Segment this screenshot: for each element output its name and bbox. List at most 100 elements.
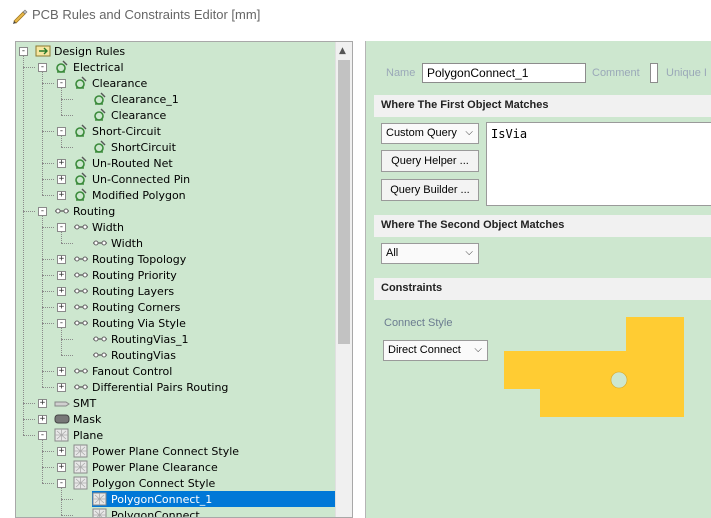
routing-rule-icon (73, 268, 89, 282)
tree-item[interactable]: Un-Connected Pin (73, 171, 191, 187)
tree-item-label: Routing Layers (92, 284, 175, 298)
expand-icon[interactable]: + (38, 399, 47, 408)
routing-rule-icon (92, 332, 108, 346)
collapse-icon[interactable]: - (57, 79, 66, 88)
tree-item-label: Power Plane Connect Style (92, 444, 240, 458)
query-builder-button[interactable]: Query Builder ... (381, 179, 479, 201)
tree-item-label: Width (92, 220, 124, 234)
collapse-icon[interactable]: - (38, 63, 47, 72)
tree-item-label: Power Plane Clearance (92, 460, 218, 474)
expand-icon[interactable]: + (57, 463, 66, 472)
expand-icon[interactable]: + (57, 367, 66, 376)
tree-item[interactable]: Routing Corners (73, 299, 181, 315)
scrollbar-thumb[interactable] (338, 60, 350, 344)
tree-item-label: Routing Priority (92, 268, 177, 282)
plane-rule-icon (73, 444, 89, 458)
tree-item-label: Modified Polygon (92, 188, 186, 202)
tree-item[interactable]: Modified Polygon (73, 187, 187, 203)
tree-item[interactable]: Width (92, 235, 144, 251)
tree-item[interactable]: Width (73, 219, 125, 235)
expand-icon[interactable]: + (57, 191, 66, 200)
tree-item-label: Design Rules (54, 44, 126, 58)
tree-item[interactable]: Mask (54, 411, 102, 427)
tree-vertical-scrollbar[interactable]: ▲ (335, 42, 352, 517)
tree-item-label: SMT (73, 396, 97, 410)
window-title: PCB Rules and Constraints Editor [mm] (32, 7, 261, 22)
expand-icon[interactable]: + (38, 415, 47, 424)
tree-item[interactable]: Polygon Connect Style (73, 475, 216, 491)
tree-item[interactable]: Routing Priority (73, 267, 178, 283)
tree-item[interactable]: ShortCircuit (92, 139, 177, 155)
routing-rule-icon (73, 220, 89, 234)
tree-item[interactable]: Power Plane Connect Style (73, 443, 240, 459)
tree-item[interactable]: Routing Via Style (73, 315, 187, 331)
expand-icon[interactable]: + (57, 383, 66, 392)
collapse-icon[interactable]: - (57, 319, 66, 328)
tree-item[interactable]: RoutingVias (92, 347, 177, 363)
expand-icon[interactable]: + (57, 255, 66, 264)
rule-name-input[interactable]: PolygonConnect_1 (422, 63, 586, 83)
electrical-rule-icon (73, 76, 89, 90)
expand-icon[interactable]: + (57, 303, 66, 312)
routing-rule-icon (92, 348, 108, 362)
tree-item[interactable]: Clearance (73, 75, 148, 91)
tree-item[interactable]: PolygonConnect_1 (92, 491, 336, 507)
rules-tree-panel[interactable]: Design Rules - Electrical - Clearance - Cleara… (15, 41, 353, 518)
via-hole (610, 371, 628, 389)
expand-icon[interactable]: + (57, 159, 66, 168)
comment-input[interactable] (650, 63, 658, 83)
tree-item-label: Routing Via Style (92, 316, 186, 330)
tree-item[interactable]: Routing Layers (73, 283, 175, 299)
collapse-icon[interactable]: - (57, 127, 66, 136)
routing-rule-icon (92, 236, 108, 250)
first-object-scope-select[interactable]: Custom Query ⌵ (381, 123, 479, 144)
collapse-icon[interactable]: - (38, 431, 47, 440)
tree-item[interactable]: Short-Circuit (73, 123, 162, 139)
plane-rule-icon (92, 492, 108, 506)
tree-item-label: Electrical (73, 60, 124, 74)
tree-item[interactable]: Un-Routed Net (73, 155, 174, 171)
tree-item[interactable]: PolygonConnect (92, 507, 201, 517)
tree-item[interactable]: Clearance_1 (92, 91, 180, 107)
tree-item[interactable]: Design Rules (35, 43, 126, 59)
connect-style-select[interactable]: Direct Connect ⌵ (383, 340, 488, 361)
tree-item[interactable]: Electrical (54, 59, 125, 75)
tree-item[interactable]: Power Plane Clearance (73, 459, 219, 475)
tree-item[interactable]: Fanout Control (73, 363, 173, 379)
connect-style-diagram (504, 317, 684, 417)
collapse-icon[interactable]: - (19, 47, 28, 56)
rules-tree[interactable]: Design Rules - Electrical - Clearance - Cleara… (16, 42, 336, 517)
query-text-editor[interactable]: IsVia (486, 122, 711, 206)
tree-item[interactable]: RoutingVias_1 (92, 331, 189, 347)
collapse-icon[interactable]: - (38, 207, 47, 216)
tree-item-label: Clearance (111, 108, 167, 122)
collapse-icon[interactable]: - (57, 479, 66, 488)
tree-item-label: Un-Routed Net (92, 156, 173, 170)
tree-item[interactable]: Routing Topology (73, 251, 187, 267)
chevron-down-icon: ⌵ (465, 127, 473, 138)
tree-item[interactable]: SMT (54, 395, 97, 411)
tree-item[interactable]: Plane (54, 427, 104, 443)
tree-item-label: Routing Topology (92, 252, 187, 266)
tree-item[interactable]: Clearance (92, 107, 167, 123)
mask-rule-icon (54, 412, 70, 426)
title-bar: PCB Rules and Constraints Editor [mm] (0, 0, 711, 32)
query-helper-button[interactable]: Query Helper ... (381, 150, 479, 172)
expand-icon[interactable]: + (57, 175, 66, 184)
tree-item-label: Routing Corners (92, 300, 181, 314)
first-object-matches-header: Where The First Object Matches (374, 95, 711, 117)
electrical-rule-icon (92, 140, 108, 154)
tree-item-label: Plane (73, 428, 104, 442)
tree-item-label: Polygon Connect Style (92, 476, 216, 490)
expand-icon[interactable]: + (57, 287, 66, 296)
tree-item[interactable]: Differential Pairs Routing (73, 379, 229, 395)
expand-icon[interactable]: + (57, 447, 66, 456)
expand-icon[interactable]: + (57, 271, 66, 280)
scroll-up-arrow-icon[interactable]: ▲ (339, 46, 346, 56)
second-object-scope-select[interactable]: All ⌵ (381, 243, 479, 264)
tree-item-label: PolygonConnect_1 (110, 492, 214, 506)
tree-item-label: Differential Pairs Routing (92, 380, 229, 394)
collapse-icon[interactable]: - (57, 223, 66, 232)
tree-item[interactable]: Routing (54, 203, 116, 219)
constraints-header: Constraints (374, 278, 711, 300)
